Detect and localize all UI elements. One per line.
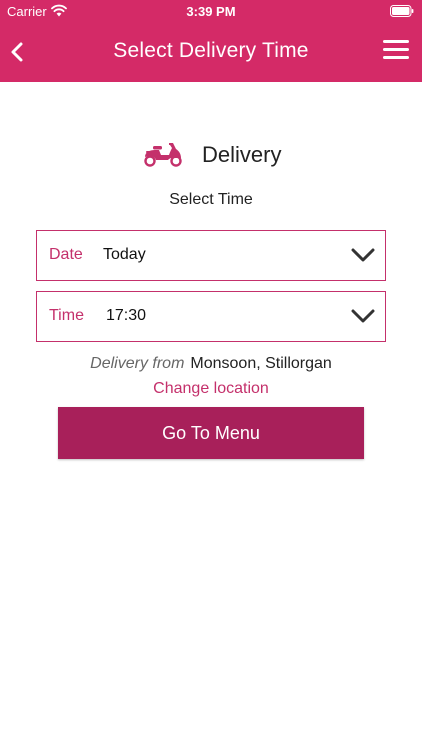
date-value: Today <box>103 246 146 263</box>
time-value: 17:30 <box>106 307 147 324</box>
chevron-down-icon <box>351 248 375 262</box>
date-select[interactable]: Date Today <box>36 230 386 281</box>
status-bar: Carrier 3:39 PM <box>0 0 422 22</box>
page-title: Select Delivery Time <box>113 39 309 62</box>
delivery-location: Monsoon, Stillorgan <box>190 355 332 372</box>
select-time-label: Select Time <box>169 191 253 208</box>
delivery-label: Delivery <box>202 142 282 167</box>
delivery-from: Delivery from Monsoon, Stillorgan <box>0 355 422 373</box>
delivery-from-prefix: Delivery from <box>90 355 185 372</box>
status-time: 3:39 PM <box>186 4 236 19</box>
go-to-menu-button[interactable]: Go To Menu <box>58 407 364 459</box>
delivery-mode: Delivery <box>0 138 422 172</box>
battery-icon <box>390 5 414 17</box>
scooter-icon <box>144 143 182 167</box>
back-button[interactable] <box>6 36 30 68</box>
chevron-down-icon <box>351 309 375 323</box>
time-select[interactable]: Time 17:30 <box>36 291 386 342</box>
hamburger-menu-icon[interactable] <box>383 40 409 62</box>
date-label: Date <box>49 246 83 263</box>
change-location-link[interactable]: Change location <box>0 380 422 398</box>
time-label: Time <box>49 307 84 324</box>
header: Select Delivery Time <box>0 22 422 82</box>
